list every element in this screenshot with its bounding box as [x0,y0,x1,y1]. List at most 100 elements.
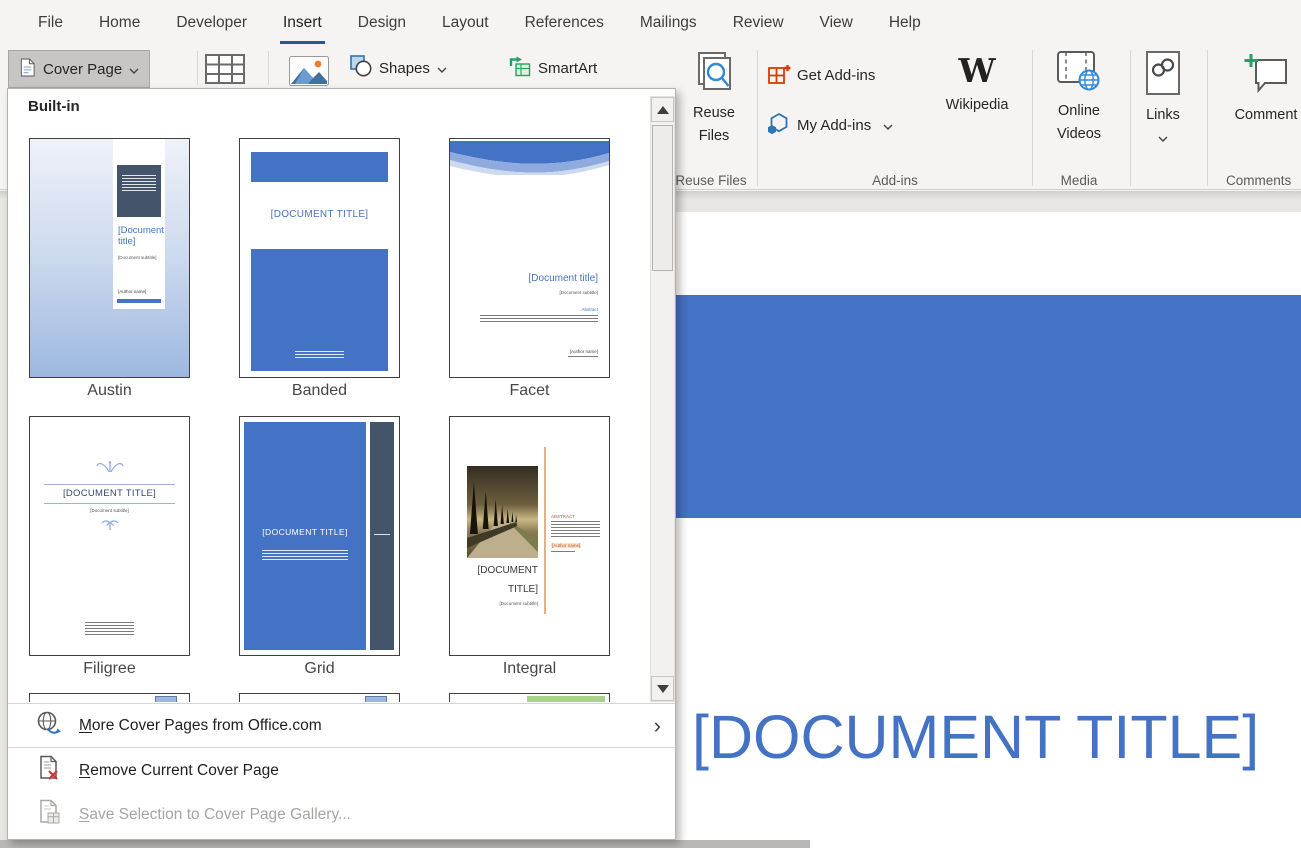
chevron-down-icon [129,61,139,78]
integral-abstract-label: ABSTRACT [551,514,575,519]
cover-template-partial[interactable] [239,693,400,702]
new-comment-button[interactable]: Comment [1226,50,1301,126]
tab-layout[interactable]: Layout [424,0,507,45]
grid-blue-panel: [DOCUMENT TITLE] [244,422,366,650]
tab-home[interactable]: Home [81,0,158,45]
table-icon [204,53,246,89]
tab-developer[interactable]: Developer [158,0,265,45]
my-addins-icon [766,111,791,140]
cover-template-grid[interactable]: [DOCUMENT TITLE] [239,416,400,656]
integral-author: [Author name] [551,543,581,548]
reuse-files-button[interactable]: Reuse Files [680,50,748,147]
menu-item-save-selection: Save Selection to Cover Page Gallery... [8,794,675,836]
integral-email-line [551,551,575,554]
facet-abstract-lines [480,315,598,323]
facet-waves [450,139,609,175]
facet-subtitle: [Document subtitle] [559,290,598,295]
filigree-ornament [30,459,189,479]
shapes-icon [350,55,372,81]
gallery-scrollbar[interactable] [650,96,675,702]
globe-download-icon [36,710,63,742]
group-divider [1207,50,1208,186]
integral-photo [467,466,538,558]
group-label-comments: Comments [1226,173,1301,188]
integral-subtitle: [Document subtitle] [456,601,538,606]
austin-author: [Author name] [118,289,146,294]
cover-template-integral[interactable]: ABSTRACT [Author name] [DOCUMENT TITLE] … [449,416,610,656]
cover-template-label: Integral [449,660,610,678]
scrollbar-thumb[interactable] [652,125,673,271]
tab-file[interactable]: File [20,0,81,45]
cover-template-banded[interactable]: [DOCUMENT TITLE] [239,138,400,378]
table-button[interactable] [204,53,246,89]
cover-banner-shape [674,295,1301,518]
chevron-down-icon [1158,128,1168,149]
cover-template-partial[interactable] [449,693,610,702]
integral-title: [DOCUMENT TITLE] [456,561,538,599]
chevron-down-icon [437,60,447,77]
wikipedia-button[interactable]: W Wikipedia [937,50,1017,116]
save-to-gallery-icon [36,799,63,831]
austin-accent-bar [117,299,161,303]
menu-divider [8,747,675,748]
tab-review[interactable]: Review [715,0,802,45]
document-title-text[interactable]: [DOCUMENT TITLE] [692,702,1259,772]
austin-quote-box [117,165,161,217]
tab-help[interactable]: Help [871,0,939,45]
austin-title: [Document title] [118,225,162,248]
cover-template-facet[interactable]: [Document title] [Document subtitle] Abs… [449,138,610,378]
bottom-strip [0,840,810,848]
menu-item-more-cover-pages[interactable]: More Cover Pages from Office.com [8,705,675,747]
shapes-button[interactable]: Shapes [350,55,447,81]
tab-mailings[interactable]: Mailings [622,0,715,45]
austin-side-strip: [Document title] [Document subtitle] [Au… [113,139,165,309]
links-icon [1141,50,1185,103]
grid-dark-bar [370,422,394,650]
group-label-reuse-files: Reuse Files [665,173,757,188]
cover-page-label: Cover Page [43,61,122,78]
smartart-button[interactable]: SmartArt [508,55,597,81]
pictures-button[interactable] [288,55,330,91]
get-addins-icon [766,61,791,90]
get-addins-button[interactable]: Get Add-ins [766,61,875,90]
submenu-arrow-icon [654,715,661,737]
online-videos-button[interactable]: Online Videos [1048,50,1110,145]
menu-label: Remove Current Cover Page [79,762,279,780]
document-page[interactable]: [DOCUMENT TITLE] [673,212,1301,848]
smartart-icon [508,55,531,81]
tab-insert[interactable]: Insert [265,0,340,45]
smartart-label: SmartArt [538,60,597,77]
banded-top-bar [251,152,388,182]
filigree-title: [DOCUMENT TITLE] [44,484,175,504]
tab-view[interactable]: View [802,0,871,45]
shapes-label: Shapes [379,60,430,77]
my-addins-button[interactable]: My Add-ins [766,111,893,140]
online-videos-label-line1: Online [1058,101,1100,122]
cover-template-austin[interactable]: [Document title] [Document subtitle] [Au… [29,138,190,378]
scroll-up-button[interactable] [651,97,674,122]
cover-template-label: Facet [449,382,610,400]
menu-label: More Cover Pages from Office.com [79,717,322,735]
wikipedia-label: Wikipedia [946,95,1009,116]
cover-page-icon [19,58,36,81]
gallery-header: Built-in [28,98,80,115]
cover-page-button[interactable]: Cover Page [8,50,150,88]
comment-icon [1241,50,1291,103]
filigree-ornament-small [30,518,189,536]
facet-title: [Document title] [529,273,598,284]
tab-design[interactable]: Design [340,0,424,45]
scroll-down-button[interactable] [651,676,674,701]
cover-template-partial[interactable] [29,693,190,702]
ribbon-divider [197,51,198,85]
links-button[interactable]: Links [1138,50,1188,149]
tab-references[interactable]: References [507,0,622,45]
group-divider [1130,50,1131,186]
group-label-addins: Add-ins [850,173,940,188]
menu-item-remove-cover-page[interactable]: Remove Current Cover Page [8,750,675,792]
reuse-files-label-line1: Reuse [693,103,735,124]
online-videos-label-line2: Videos [1057,124,1101,145]
cover-template-label: Banded [239,382,400,400]
menu-label: Save Selection to Cover Page Gallery... [79,806,351,824]
cover-template-filigree[interactable]: [DOCUMENT TITLE] [Document subtitle] [29,416,190,656]
cover-template-label: Filigree [29,660,190,678]
